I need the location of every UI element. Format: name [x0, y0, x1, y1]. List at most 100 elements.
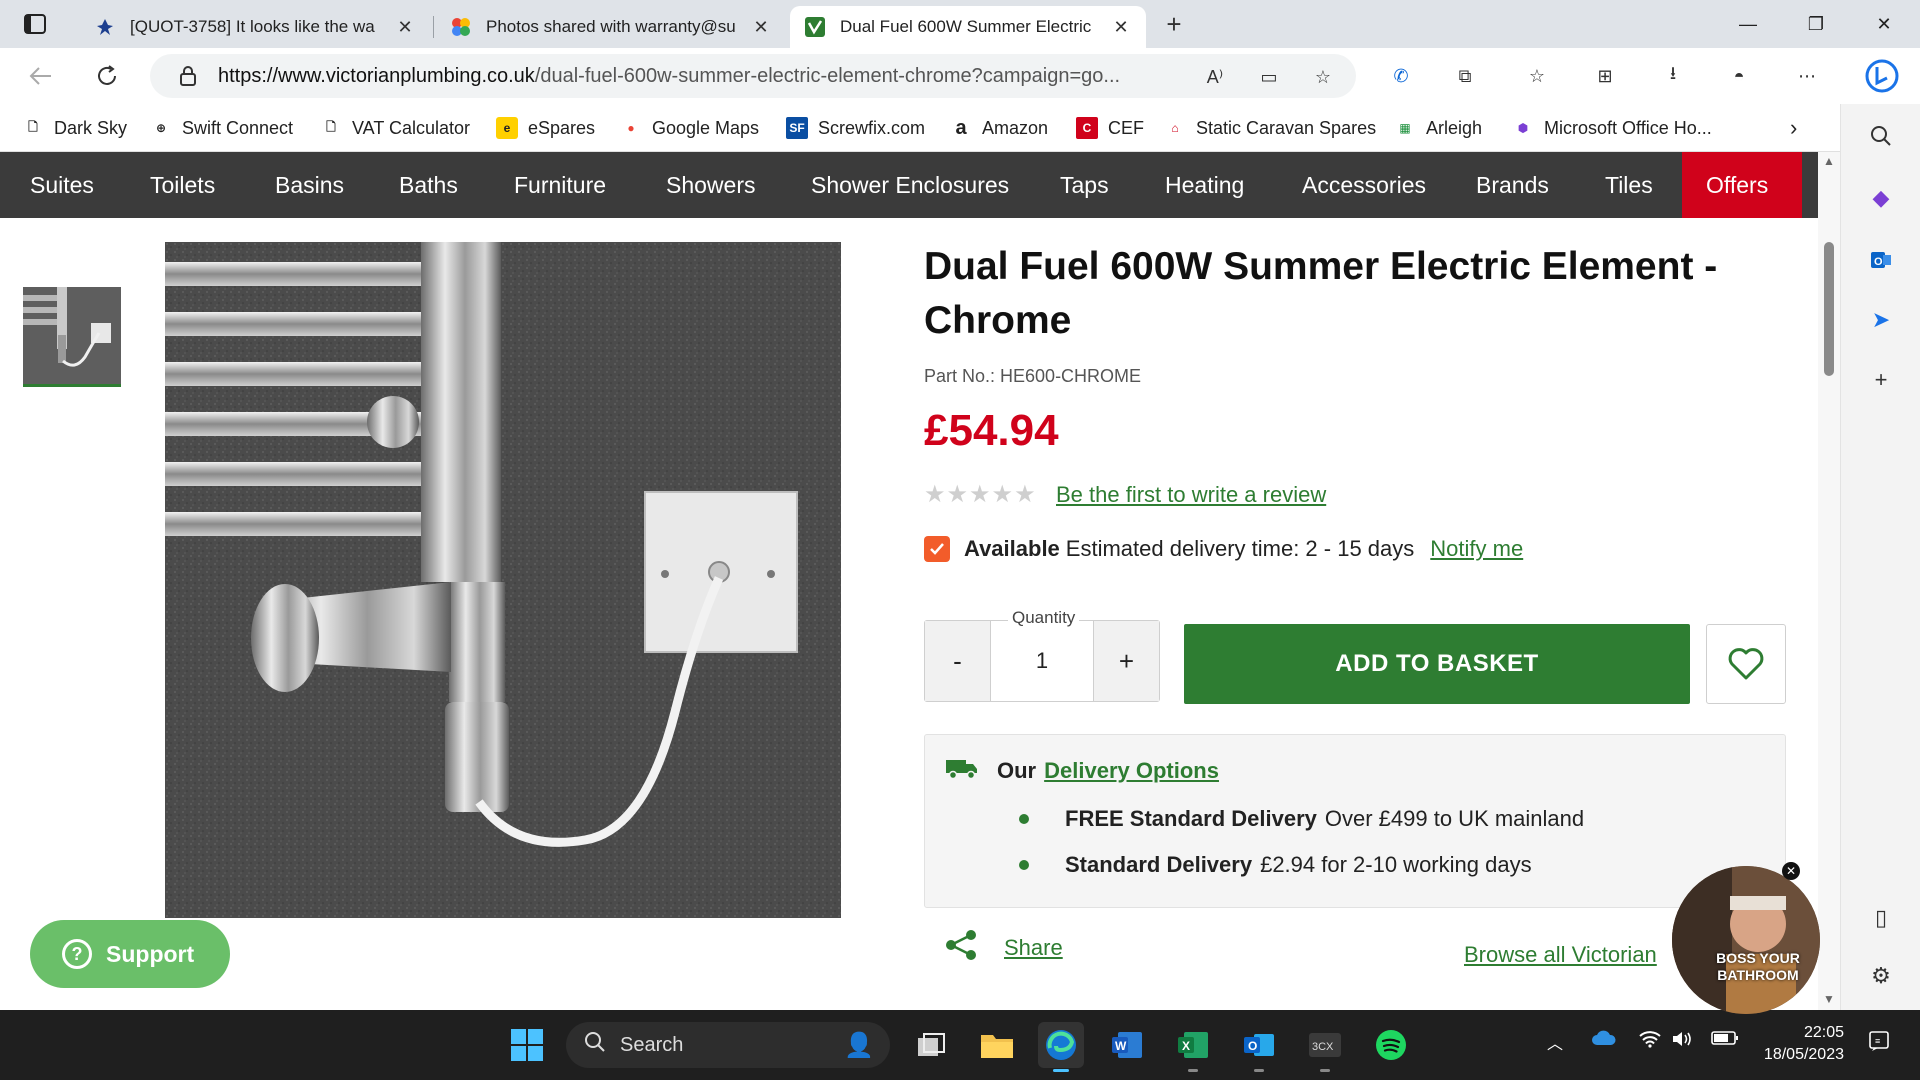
bookmark-vat-calculator[interactable]: 🗋 VAT Calculator: [320, 114, 470, 142]
word-icon[interactable]: W: [1104, 1022, 1150, 1068]
volume-icon[interactable]: [1670, 1030, 1694, 1048]
nav-taps[interactable]: Taps: [1060, 152, 1109, 218]
support-button[interactable]: ? Support: [30, 920, 230, 988]
show-hidden-icons-chevron[interactable]: ︿: [1544, 1030, 1566, 1054]
address-bar[interactable]: https://www.victorianplumbing.co.uk/dual…: [150, 54, 1356, 98]
notify-me-link[interactable]: Notify me: [1430, 536, 1523, 562]
close-tab-icon[interactable]: ✕: [394, 16, 416, 38]
copilot-icon[interactable]: ◆: [1861, 178, 1901, 218]
url-text[interactable]: https://www.victorianplumbing.co.uk/dual…: [218, 65, 1178, 88]
bookmark-cef[interactable]: C CEF: [1076, 114, 1144, 142]
bookmark-google-maps[interactable]: ● Google Maps: [620, 114, 759, 142]
downloads-icon[interactable]: ⭳: [1656, 60, 1690, 92]
increase-quantity-button[interactable]: +: [1094, 621, 1159, 701]
close-tab-icon[interactable]: ✕: [750, 16, 772, 38]
spotify-icon[interactable]: [1368, 1022, 1414, 1068]
quantity-input[interactable]: 1: [990, 621, 1094, 701]
bookmark-microsoft-office[interactable]: ⬢ Microsoft Office Ho...: [1512, 114, 1712, 142]
bookmark-amazon[interactable]: a Amazon: [950, 114, 1048, 142]
nav-suites[interactable]: Suites: [30, 152, 94, 218]
navigation-bar: https://www.victorianplumbing.co.uk/dual…: [0, 48, 1920, 104]
outlook-icon[interactable]: O: [1861, 240, 1901, 280]
write-review-link[interactable]: Be the first to write a review: [1056, 482, 1326, 508]
edge-browser-icon[interactable]: [1038, 1022, 1084, 1072]
nav-toilets[interactable]: Toilets: [150, 152, 215, 218]
nav-showers[interactable]: Showers: [666, 152, 755, 218]
back-icon[interactable]: [22, 58, 60, 94]
onedrive-cloud-icon[interactable]: [1590, 1030, 1618, 1046]
video-promo-bubble[interactable]: BOSS YOUR BATHROOM: [1672, 866, 1820, 1014]
battery-icon[interactable]: [1710, 1030, 1740, 1046]
nav-heating[interactable]: Heating: [1165, 152, 1244, 218]
nav-brands[interactable]: Brands: [1476, 152, 1549, 218]
scroll-up-icon[interactable]: ▲: [1823, 154, 1835, 168]
windows-start-icon[interactable]: [504, 1022, 550, 1068]
taskbar-search[interactable]: Search 👤: [566, 1022, 890, 1068]
nav-offers[interactable]: Offers: [1682, 152, 1802, 218]
share-row[interactable]: Share: [944, 930, 1063, 966]
nav-accessories[interactable]: Accessories: [1302, 152, 1426, 218]
favorites-icon[interactable]: ☆: [1520, 60, 1554, 92]
profile-avatar-icon[interactable]: ◓: [1722, 60, 1756, 92]
add-sidebar-icon[interactable]: +: [1861, 360, 1901, 400]
bookmark-espares[interactable]: e eSpares: [496, 114, 595, 142]
tab-actions-icon[interactable]: [14, 10, 56, 38]
send-icon[interactable]: ➤: [1861, 300, 1901, 340]
immersive-reader-icon[interactable]: ▭: [1256, 64, 1282, 90]
sidebar-toggle-icon[interactable]: ▯: [1861, 898, 1901, 938]
scroll-thumb[interactable]: [1824, 242, 1834, 376]
extensions-icon[interactable]: ⧉: [1448, 60, 1482, 92]
bookmark-swift-connect[interactable]: ⊕ Swift Connect: [150, 114, 293, 142]
delivery-options-link[interactable]: Delivery Options: [1044, 758, 1219, 784]
nav-shower-enclosures[interactable]: Shower Enclosures: [811, 152, 1009, 218]
bookmark-screwfix[interactable]: SF Screwfix.com: [786, 114, 925, 142]
notifications-icon[interactable]: ≡: [1866, 1030, 1892, 1052]
more-menu-icon[interactable]: ⋯: [1790, 60, 1824, 92]
close-video-icon[interactable]: ✕: [1782, 862, 1800, 880]
nav-tiles[interactable]: Tiles: [1605, 152, 1653, 218]
bookmarks-bar: 🗋 Dark Sky ⊕ Swift Connect 🗋 VAT Calculator…: [0, 104, 1920, 152]
nav-baths[interactable]: Baths: [399, 152, 458, 218]
3cx-icon[interactable]: 3CX: [1302, 1022, 1348, 1072]
bookmark-static-caravan-spares[interactable]: ⌂ Static Caravan Spares: [1164, 114, 1376, 142]
close-window-button[interactable]: ✕: [1856, 6, 1912, 42]
page-scrollbar[interactable]: ▲ ▼: [1818, 152, 1840, 1010]
browse-all-link[interactable]: Browse all Victorian: [1464, 942, 1657, 968]
system-clock[interactable]: 22:05 18/05/2023: [1752, 1022, 1844, 1066]
outlook-taskbar-icon[interactable]: O: [1236, 1022, 1282, 1072]
restore-button[interactable]: ❐: [1788, 6, 1844, 42]
tab-jira[interactable]: [QUOT-3758] It looks like the wa ✕: [80, 6, 430, 48]
minimize-button[interactable]: —: [1720, 6, 1776, 42]
nav-basins[interactable]: Basins: [275, 152, 344, 218]
bookmark-dark-sky[interactable]: 🗋 Dark Sky: [22, 114, 127, 142]
collections-icon[interactable]: ⊞: [1588, 60, 1622, 92]
refresh-icon[interactable]: [88, 58, 126, 94]
product-main-image[interactable]: [165, 242, 841, 918]
help-question-icon: ?: [62, 939, 92, 969]
bookmark-arleigh[interactable]: ▦ Arleigh: [1394, 114, 1482, 142]
phone-icon[interactable]: ✆: [1384, 60, 1418, 92]
close-tab-icon[interactable]: ✕: [1110, 16, 1132, 38]
lock-icon[interactable]: [176, 64, 200, 88]
tab-product-active[interactable]: Dual Fuel 600W Summer Electric ✕: [790, 6, 1146, 48]
new-tab-button[interactable]: +: [1158, 9, 1190, 39]
share-link[interactable]: Share: [1004, 935, 1063, 961]
search-icon[interactable]: [1861, 116, 1901, 156]
excel-icon[interactable]: X: [1170, 1022, 1216, 1072]
add-to-basket-button[interactable]: ADD TO BASKET: [1184, 624, 1690, 704]
wishlist-heart-icon[interactable]: [1706, 624, 1786, 704]
wifi-icon[interactable]: [1638, 1030, 1662, 1048]
tab-photos[interactable]: Photos shared with warranty@su ✕: [436, 6, 786, 48]
file-explorer-icon[interactable]: [974, 1022, 1020, 1068]
read-aloud-icon[interactable]: A⁾: [1202, 64, 1228, 90]
task-view-icon[interactable]: [908, 1022, 954, 1068]
decrease-quantity-button[interactable]: -: [925, 621, 990, 701]
scroll-down-icon[interactable]: ▼: [1823, 992, 1835, 1006]
settings-gear-icon[interactable]: ⚙: [1861, 956, 1901, 996]
more-bookmarks-chevron-icon[interactable]: ›: [1790, 114, 1797, 142]
running-indicator: [1320, 1069, 1330, 1072]
nav-furniture[interactable]: Furniture: [514, 152, 606, 218]
product-thumbnail[interactable]: [23, 287, 121, 387]
bing-copilot-icon[interactable]: [1862, 56, 1902, 96]
add-favorite-icon[interactable]: ☆: [1310, 64, 1336, 90]
